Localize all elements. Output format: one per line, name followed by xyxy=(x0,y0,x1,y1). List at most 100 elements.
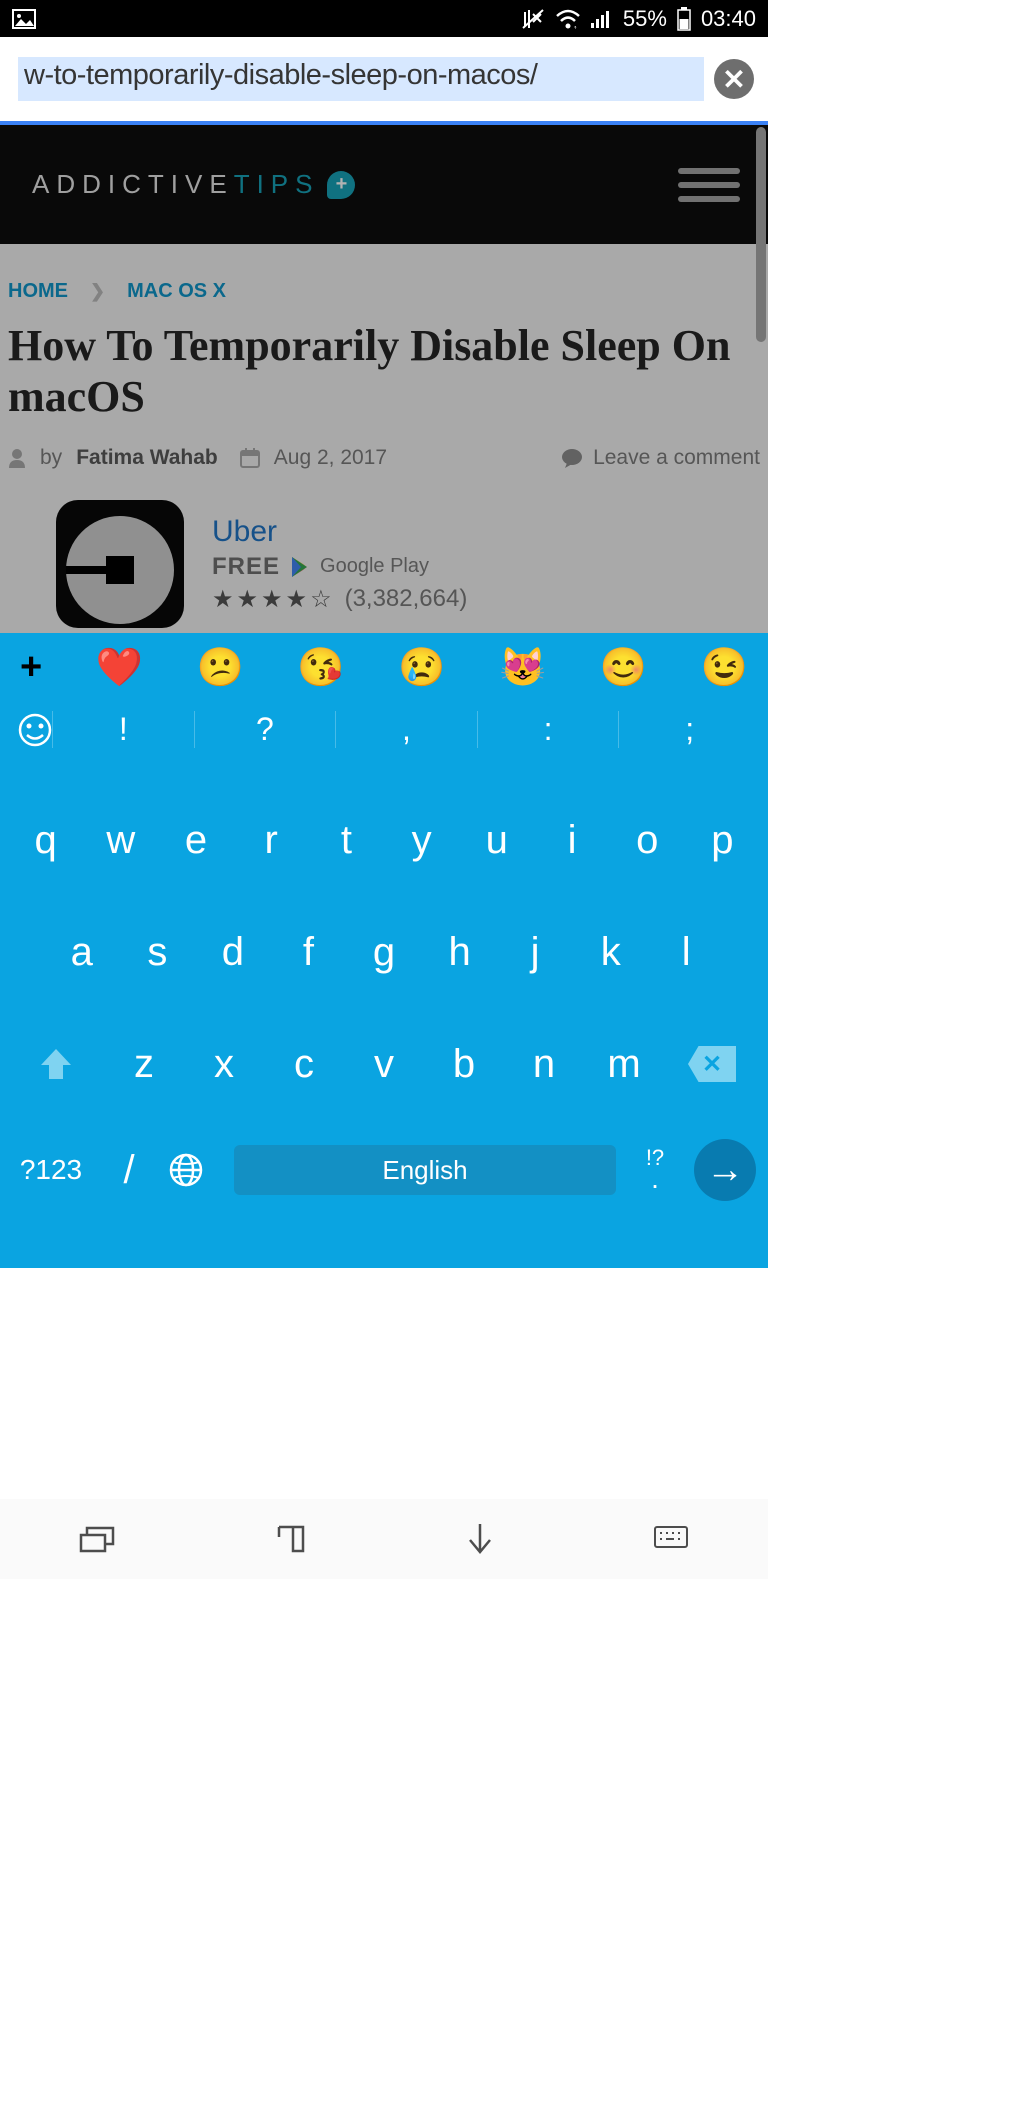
status-bar: ↕ 55% 03:40 xyxy=(0,0,768,37)
breadcrumb-category[interactable]: MAC OS X xyxy=(127,280,226,303)
key-f[interactable]: f xyxy=(271,921,347,983)
key-k[interactable]: k xyxy=(573,921,649,983)
punct-key[interactable]: ! xyxy=(52,711,194,748)
iq-bot: . xyxy=(630,1165,680,1193)
key-m[interactable]: m xyxy=(584,1033,664,1095)
key-n[interactable]: n xyxy=(504,1033,584,1095)
emoji-suggestion-row: + ❤️ 😕 😘 😢 😻 😊 😉 xyxy=(0,633,768,702)
clear-url-button[interactable]: ✕ xyxy=(714,59,754,99)
wifi-icon: ↕ xyxy=(555,9,581,29)
key-q[interactable]: q xyxy=(8,809,83,871)
svg-text:↕: ↕ xyxy=(573,23,578,29)
key-o[interactable]: o xyxy=(610,809,685,871)
numbers-key[interactable]: ?123 xyxy=(12,1154,90,1186)
key-l[interactable]: l xyxy=(648,921,724,983)
key-e[interactable]: e xyxy=(158,809,233,871)
site-header: ADDICTIVETIPS + xyxy=(0,125,768,244)
key-t[interactable]: t xyxy=(309,809,384,871)
emoji-key[interactable]: 😕 xyxy=(197,646,244,690)
go-button[interactable]: → xyxy=(694,1139,756,1201)
plus-badge-icon: + xyxy=(327,171,355,199)
web-page: ADDICTIVETIPS + HOME ❯ MAC OS X How To T… xyxy=(0,125,768,633)
key-x[interactable]: x xyxy=(184,1033,264,1095)
battery-percent: 55% xyxy=(623,6,667,32)
key-row-bottom: ?123 / English !? . → xyxy=(0,1139,768,1201)
key-row-1: q w e r t y u i o p xyxy=(0,809,768,871)
ad-store: Google Play xyxy=(320,555,429,578)
url-input[interactable]: w-to-temporarily-disable-sleep-on-macos/ xyxy=(18,57,704,101)
emoji-key[interactable]: ❤️ xyxy=(96,646,143,690)
browser-url-bar: w-to-temporarily-disable-sleep-on-macos/… xyxy=(0,37,768,125)
vibrate-icon xyxy=(521,8,545,30)
emoji-key[interactable]: 😢 xyxy=(398,646,445,690)
punct-key[interactable]: ; xyxy=(618,711,760,748)
slash-key[interactable]: / xyxy=(104,1148,154,1193)
soft-keyboard: + ❤️ 😕 😘 😢 😻 😊 😉 ! ? , : ; q w e r t y u… xyxy=(0,633,768,1268)
key-c[interactable]: c xyxy=(264,1033,344,1095)
key-u[interactable]: u xyxy=(459,809,534,871)
key-row-2: a s d f g h j k l xyxy=(0,921,768,983)
chevron-right-icon: ❯ xyxy=(90,281,105,302)
punctuation-key[interactable]: !? . xyxy=(630,1147,680,1193)
language-key[interactable] xyxy=(168,1152,220,1188)
punct-key[interactable]: , xyxy=(335,711,477,748)
emoji-key[interactable]: 😘 xyxy=(297,646,344,690)
breadcrumb: HOME ❯ MAC OS X xyxy=(0,244,768,317)
space-key[interactable]: English xyxy=(234,1145,616,1195)
key-w[interactable]: w xyxy=(83,809,158,871)
logo-text-2: TIPS xyxy=(234,169,320,199)
key-r[interactable]: r xyxy=(234,809,309,871)
key-p[interactable]: p xyxy=(685,809,760,871)
app-icon xyxy=(56,500,184,628)
arrow-right-icon: → xyxy=(706,1149,744,1192)
recents-button[interactable] xyxy=(79,1525,117,1553)
key-s[interactable]: s xyxy=(120,921,196,983)
close-icon: ✕ xyxy=(722,63,745,96)
clock-text: 03:40 xyxy=(701,6,756,32)
key-y[interactable]: y xyxy=(384,809,459,871)
ad-stars: ★★★★☆ xyxy=(212,585,335,614)
play-store-icon xyxy=(290,556,310,578)
add-emoji-button[interactable]: + xyxy=(20,646,42,689)
key-g[interactable]: g xyxy=(346,921,422,983)
by-label: by xyxy=(40,446,62,470)
emoji-panel-button[interactable] xyxy=(18,713,52,747)
key-h[interactable]: h xyxy=(422,921,498,983)
menu-button[interactable] xyxy=(678,168,740,202)
person-icon xyxy=(8,448,26,468)
punct-key[interactable]: ? xyxy=(194,711,336,748)
key-i[interactable]: i xyxy=(534,809,609,871)
punctuation-row: ! ? , : ; xyxy=(0,702,768,757)
shift-key[interactable] xyxy=(8,1033,104,1095)
article-title: How To Temporarily Disable Sleep On macO… xyxy=(0,317,768,446)
emoji-key[interactable]: 😉 xyxy=(701,646,748,690)
emoji-key[interactable]: 😊 xyxy=(600,646,647,690)
key-d[interactable]: d xyxy=(195,921,271,983)
article-meta: by Fatima Wahab Aug 2, 2017 Leave a comm… xyxy=(0,446,768,500)
article-date: Aug 2, 2017 xyxy=(274,446,387,470)
leave-comment-link[interactable]: Leave a comment xyxy=(593,446,760,470)
ad-rating-count: (3,382,664) xyxy=(345,585,468,613)
backspace-key[interactable]: ✕ xyxy=(664,1033,760,1095)
key-z[interactable]: z xyxy=(104,1033,184,1095)
battery-icon xyxy=(677,7,691,31)
android-nav-bar xyxy=(0,1499,768,1579)
logo-text-1: ADDICTIVE xyxy=(32,169,234,199)
key-row-3: z x c v b n m ✕ xyxy=(0,1033,768,1095)
site-logo[interactable]: ADDICTIVETIPS + xyxy=(32,169,355,200)
punct-key[interactable]: : xyxy=(477,711,619,748)
emoji-key[interactable]: 😻 xyxy=(499,646,546,690)
home-button[interactable] xyxy=(275,1523,307,1555)
key-b[interactable]: b xyxy=(424,1033,504,1095)
comment-icon xyxy=(561,448,583,468)
breadcrumb-home[interactable]: HOME xyxy=(8,280,68,303)
key-a[interactable]: a xyxy=(44,921,120,983)
scrollbar-thumb[interactable] xyxy=(756,127,766,342)
ad-price: FREE xyxy=(212,553,280,581)
keyboard-hide-button[interactable] xyxy=(653,1525,689,1553)
author-link[interactable]: Fatima Wahab xyxy=(76,446,218,470)
app-ad[interactable]: Uber FREE Google Play ★★★★☆ (3,382,664) xyxy=(0,500,768,628)
key-v[interactable]: v xyxy=(344,1033,424,1095)
key-j[interactable]: j xyxy=(497,921,573,983)
back-button[interactable] xyxy=(465,1522,495,1556)
